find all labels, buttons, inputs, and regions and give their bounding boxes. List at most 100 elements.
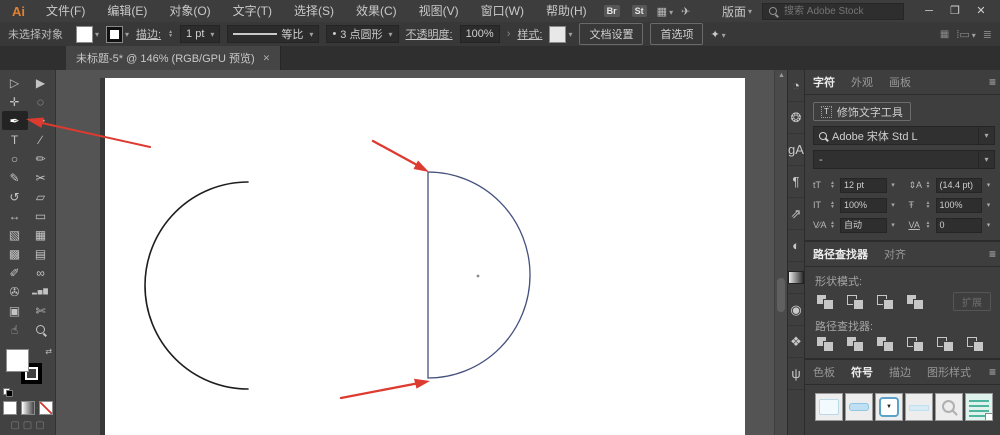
gradient-button[interactable]: [21, 401, 35, 415]
column-graph-tool-icon[interactable]: ▂▅▇: [28, 282, 54, 301]
symbol-thumb-button[interactable]: [845, 393, 873, 421]
rotate-tool-icon[interactable]: ↺: [2, 187, 28, 206]
type-tool-icon[interactable]: T: [2, 130, 28, 149]
menu-item[interactable]: 文字(T): [222, 0, 283, 22]
transparency-panel-icon[interactable]: ◐: [788, 230, 804, 262]
font-style-combo[interactable]: - ▾: [813, 150, 995, 169]
divide-icon[interactable]: [817, 337, 834, 351]
none-button[interactable]: [39, 401, 53, 415]
stroke-profile-combo[interactable]: 等比▾: [227, 25, 319, 43]
selection-tool-icon[interactable]: ▶: [28, 73, 54, 92]
font-family-combo[interactable]: Adobe 宋体 Std L ▾: [813, 126, 995, 145]
style-link[interactable]: 样式:: [517, 26, 542, 42]
canvas[interactable]: ▲: [55, 70, 788, 435]
shape-builder-tool-icon[interactable]: ▧: [2, 225, 28, 244]
direct-selection-tool-icon[interactable]: ▷: [2, 73, 28, 92]
select-similar-icon[interactable]: ✦▾: [710, 28, 725, 41]
touch-type-tool-button[interactable]: T 修饰文字工具: [813, 102, 911, 121]
menu-item[interactable]: 窗口(W): [470, 0, 535, 22]
minimize-button[interactable]: ─: [916, 0, 942, 22]
scrollbar-thumb[interactable]: [777, 278, 785, 312]
menu-item[interactable]: 文件(F): [35, 0, 96, 22]
symbol-sprayer-tool-icon[interactable]: ✇: [2, 282, 28, 301]
kerning-field[interactable]: V∕A ▲▼ 自动 ▾: [813, 217, 900, 233]
lasso-tool-icon[interactable]: ◌: [28, 92, 54, 111]
chevron-down-icon[interactable]: ▾: [978, 127, 994, 144]
opacity-combo[interactable]: 100%: [460, 25, 500, 43]
ellipse-tool-icon[interactable]: ○: [2, 149, 28, 168]
opacity-more-button[interactable]: ›: [507, 28, 511, 40]
trim-icon[interactable]: [847, 337, 864, 351]
minus-back-icon[interactable]: [967, 337, 984, 351]
font-size-field[interactable]: tT ▲▼ 12 pt ▾: [813, 177, 900, 193]
chevron-down-icon[interactable]: ▾: [978, 151, 994, 168]
scissors-tool-icon[interactable]: ✂: [28, 168, 54, 187]
stroke-width-stepper[interactable]: ▲▼: [168, 30, 173, 38]
stroke-swatch[interactable]: ▾: [106, 26, 129, 43]
pen-tool-icon[interactable]: ✒: [2, 111, 28, 130]
width-tool-icon[interactable]: ↔: [2, 206, 28, 225]
tab-align[interactable]: 对齐: [876, 246, 914, 262]
workspace-icon[interactable]: ⁞▭▾: [956, 28, 975, 41]
document-setup-button[interactable]: 文档设置: [579, 23, 643, 45]
tab-graphic-styles[interactable]: 图形样式: [919, 364, 979, 380]
info-panel-icon[interactable]: ◔: [788, 70, 804, 102]
blend-tool-icon[interactable]: ∞: [28, 263, 54, 282]
leading-field[interactable]: ⇕A ▲▼ (14.4 pt) ▾: [909, 177, 996, 193]
exclude-icon[interactable]: [907, 295, 924, 309]
merge-icon[interactable]: [877, 337, 894, 351]
preferences-button[interactable]: 首选项: [650, 23, 703, 45]
layers-panel-icon[interactable]: ❖: [788, 326, 804, 358]
fill-swatch[interactable]: ▾: [76, 26, 99, 43]
symbol-thumb-magnifier[interactable]: [935, 393, 963, 421]
zoom-tool-icon[interactable]: [28, 320, 54, 339]
free-transform-tool-icon[interactable]: ▭: [28, 206, 54, 225]
horizontal-scale-field[interactable]: Ŧ ▲▼ 100% ▾: [909, 197, 996, 213]
hand-tool-icon[interactable]: ☝: [2, 320, 28, 339]
vertical-scale-field[interactable]: IT ▲▼ 100% ▾: [813, 197, 900, 213]
stroke-panel-link[interactable]: 描边:: [136, 26, 161, 42]
restore-button[interactable]: ❐: [942, 0, 968, 22]
expand-button[interactable]: 扩展: [953, 292, 991, 311]
paintbrush-tool-icon[interactable]: ✏: [28, 149, 54, 168]
slice-tool-icon[interactable]: ✄: [28, 301, 54, 320]
gradient-tool-icon[interactable]: ▤: [28, 244, 54, 263]
eyedropper-tool-icon[interactable]: ✐: [2, 263, 28, 282]
panel-menu-icon[interactable]: ≡: [989, 247, 1000, 261]
paragraph-panel-icon[interactable]: ¶: [788, 166, 804, 198]
menu-item[interactable]: 视图(V): [408, 0, 470, 22]
mesh-tool-icon[interactable]: ▩: [2, 244, 28, 263]
gradient-panel-icon[interactable]: [788, 262, 804, 294]
stroke-width-combo[interactable]: 1 pt▾: [180, 25, 220, 43]
tab-swatches[interactable]: 色板: [805, 364, 843, 380]
curvature-tool-icon[interactable]: ✑: [28, 111, 54, 130]
document-tab[interactable]: 未标题-5* @ 146% (RGB/GPU 预览) ✕: [66, 46, 281, 70]
color-panel-icon[interactable]: ◉: [788, 294, 804, 326]
brushes-panel-icon[interactable]: ψ: [788, 358, 804, 390]
artboard[interactable]: [105, 78, 745, 435]
close-button[interactable]: ✕: [968, 0, 994, 22]
symbol-thumb-document[interactable]: [965, 393, 993, 421]
arrange-documents-icon[interactable]: ▦▾: [657, 5, 673, 18]
stock-badge[interactable]: St: [632, 5, 647, 17]
unite-icon[interactable]: [817, 295, 834, 309]
color-button[interactable]: [3, 401, 17, 415]
outline-icon[interactable]: [937, 337, 954, 351]
symbol-thumb-dropdown[interactable]: ▼: [875, 393, 903, 421]
magic-wand-tool-icon[interactable]: ✛: [2, 92, 28, 111]
menu-item[interactable]: 帮助(H): [535, 0, 598, 22]
menu-item[interactable]: 选择(S): [283, 0, 345, 22]
close-tab-icon[interactable]: ✕: [263, 53, 271, 64]
tab-appearance[interactable]: 外观: [843, 74, 881, 90]
swap-fill-stroke-icon[interactable]: ⇄: [45, 347, 52, 356]
artboard-tool-icon[interactable]: ▣: [2, 301, 28, 320]
minus-front-icon[interactable]: [847, 295, 864, 309]
tab-character[interactable]: 字符: [805, 74, 843, 90]
symbol-thumb-field[interactable]: [815, 393, 843, 421]
perspective-grid-tool-icon[interactable]: ▦: [28, 225, 54, 244]
bridge-badge[interactable]: Br: [604, 5, 620, 17]
scale-tool-icon[interactable]: ▱: [28, 187, 54, 206]
vertical-scrollbar[interactable]: ▲: [774, 70, 788, 435]
style-swatch[interactable]: ▾: [549, 26, 572, 43]
tab-stroke[interactable]: 描边: [881, 364, 919, 380]
